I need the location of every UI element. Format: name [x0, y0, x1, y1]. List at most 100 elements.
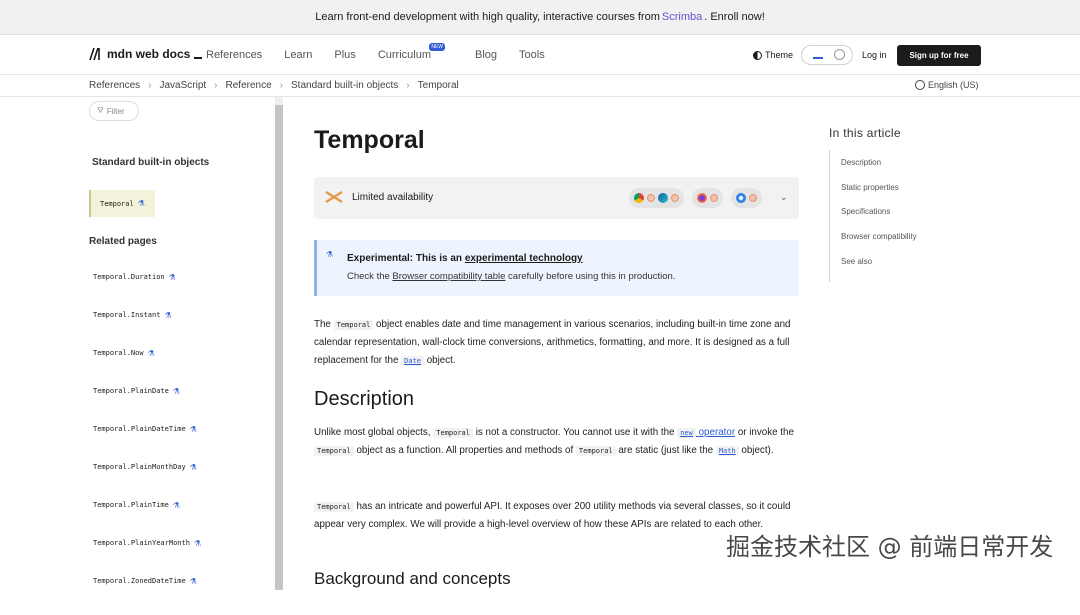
watermark: 掘金技术社区 @ 前端日常开发 — [726, 533, 1054, 561]
limited-availability-icon — [325, 190, 343, 204]
nav-blog[interactable]: Blog — [475, 49, 497, 61]
mdn-logo[interactable]: mdn web docs — [89, 47, 203, 61]
sidebar-item-label: Temporal.Instant — [93, 311, 161, 319]
chrome-icon — [634, 193, 644, 203]
sidebar-scrollbar[interactable] — [275, 97, 283, 590]
toc-item-specifications[interactable]: Specifications — [841, 207, 890, 216]
experimental-notice: ⚗ Experimental: This is an experimental … — [314, 240, 799, 296]
code-new: new — [677, 428, 696, 438]
experimental-flask-icon: ⚗ — [193, 539, 202, 548]
related-pages-heading: Related pages — [89, 236, 157, 247]
notice-body-text: Check the — [347, 271, 393, 282]
browser-compat-link[interactable]: Browser compatibility table — [392, 271, 505, 282]
code-temporal: Temporal — [314, 446, 354, 456]
operator-text: operator — [695, 427, 736, 438]
language-switcher[interactable]: English (US) — [915, 80, 979, 90]
new-operator-link[interactable]: new operator — [677, 427, 735, 438]
experimental-flask-icon: ⚗ — [147, 349, 155, 358]
unsupported-icon — [671, 194, 679, 202]
unsupported-icon — [749, 194, 757, 202]
experimental-flask-icon: ⚗ — [137, 199, 145, 208]
login-button[interactable]: Log in — [862, 50, 887, 60]
sidebar-item-instant[interactable]: Temporal.Instant ⚗ — [93, 311, 201, 349]
description-paragraph: Unlike most global objects, Temporal is … — [314, 424, 799, 460]
breadcrumb-bar: References › JavaScript › Reference › Stand… — [0, 75, 1080, 97]
logo-cursor — [194, 57, 203, 59]
notice-title-text: Experimental: This is an — [347, 253, 465, 264]
sidebar-item-plainyearmonth[interactable]: Temporal.PlainYearMonth ⚗ — [93, 539, 201, 577]
sidebar-item-duration[interactable]: Temporal.Duration ⚗ — [93, 273, 201, 311]
sidebar-filter-button[interactable]: ⛛ Filter — [89, 101, 139, 121]
breadcrumb-separator-icon: › — [148, 80, 152, 91]
filter-label: Filter — [106, 106, 125, 116]
logo-text: mdn web docs — [107, 47, 191, 61]
sidebar-item-label: Temporal.PlainTime — [93, 501, 169, 509]
nav-references[interactable]: References — [206, 49, 262, 61]
toc-item-description[interactable]: Description — [841, 158, 881, 167]
math-link[interactable]: Math — [715, 446, 739, 456]
experimental-flask-icon: ⚗ — [172, 387, 181, 396]
code-temporal: Temporal — [333, 320, 374, 330]
availability-banner[interactable]: Limited availability ⌄ — [314, 177, 799, 219]
sidebar-item-label: Temporal — [100, 199, 134, 208]
sidebar-section-heading[interactable]: Standard built-in objects — [92, 157, 209, 168]
nav-tools[interactable]: Tools — [519, 49, 545, 61]
mdn-logo-icon — [89, 47, 100, 61]
nav-curriculum-label: Curriculum — [377, 49, 431, 61]
banner-text-end: . Enroll now! — [704, 11, 765, 23]
search-icon — [834, 49, 845, 60]
sidebar-item-plaintime[interactable]: Temporal.PlainTime ⚗ — [93, 501, 201, 539]
breadcrumb-standard-objects[interactable]: Standard built-in objects — [291, 80, 398, 91]
nav-curriculum[interactable]: Curriculum NEW — [377, 43, 453, 61]
date-link[interactable]: Date — [401, 356, 424, 366]
unsupported-icon — [710, 194, 718, 202]
experimental-technology-link[interactable]: experimental technology — [465, 253, 583, 264]
notice-body-text-end: carefully before using this in productio… — [505, 271, 676, 282]
breadcrumb-temporal[interactable]: Temporal — [418, 80, 459, 91]
sidebar-item-plaindatetime[interactable]: Temporal.PlainDateTime ⚗ — [93, 425, 201, 463]
sidebar-item-temporal[interactable]: Temporal ⚗ — [89, 190, 155, 217]
sidebar-item-plaindate[interactable]: Temporal.PlainDate ⚗ — [93, 387, 201, 425]
theme-label: Theme — [765, 50, 794, 60]
availability-label: Limited availability — [352, 192, 434, 203]
code-temporal: Temporal — [433, 428, 473, 438]
experimental-flask-icon: ⚗ — [189, 577, 197, 586]
breadcrumb-separator-icon: › — [279, 80, 283, 91]
text: The — [314, 319, 334, 330]
banner-link-scrimba[interactable]: Scrimba — [662, 11, 702, 23]
chevron-down-icon[interactable]: ⌄ — [780, 192, 788, 203]
browser-support-icons — [629, 188, 762, 208]
browser-group — [692, 188, 723, 208]
sidebar-scrollbar-thumb[interactable] — [275, 105, 283, 590]
signup-button[interactable]: Sign up for free — [897, 45, 981, 66]
breadcrumb-reference[interactable]: Reference — [226, 80, 272, 91]
sidebar-item-label: Temporal.ZonedDateTime — [93, 577, 186, 585]
experimental-flask-icon: ⚗ — [164, 311, 172, 320]
edge-icon — [658, 193, 668, 203]
filter-icon: ⛛ — [97, 106, 104, 115]
sidebar-item-zoneddatetime[interactable]: Temporal.ZonedDateTime ⚗ — [93, 577, 201, 615]
breadcrumb-references[interactable]: References — [89, 80, 140, 91]
nav-learn[interactable]: Learn — [284, 49, 312, 61]
sidebar-item-now[interactable]: Temporal.Now ⚗ — [93, 349, 201, 387]
banner-text: Learn front-end development with high qu… — [315, 11, 660, 23]
main-nav: References Learn Plus Curriculum NEW Blog… — [206, 43, 567, 61]
intro-paragraph: The Temporal object enables date and tim… — [314, 316, 799, 370]
experimental-flask-icon: ⚗ — [172, 501, 181, 510]
text: object. — [424, 355, 456, 366]
toc-item-see-also[interactable]: See also — [841, 257, 872, 266]
notice-title: Experimental: This is an experimental te… — [347, 253, 583, 264]
sidebar-item-label: Temporal.PlainDateTime — [93, 425, 186, 433]
sidebar: ⛛ Filter Standard built-in objects Tempo… — [89, 97, 275, 590]
theme-toggle[interactable]: Theme — [753, 50, 793, 60]
toc-item-browser-compatibility[interactable]: Browser compatibility — [841, 232, 917, 241]
sidebar-item-label: Temporal.PlainMonthDay — [93, 463, 186, 471]
sidebar-item-plainmonthday[interactable]: Temporal.PlainMonthDay ⚗ — [93, 463, 201, 501]
nav-plus[interactable]: Plus — [334, 49, 355, 61]
breadcrumb-javascript[interactable]: JavaScript — [159, 80, 206, 91]
search-input[interactable] — [801, 45, 853, 65]
toc-item-static-properties[interactable]: Static properties — [841, 183, 899, 192]
promo-banner: Learn front-end development with high qu… — [0, 0, 1080, 35]
browser-group — [629, 188, 684, 208]
firefox-icon — [697, 193, 707, 203]
